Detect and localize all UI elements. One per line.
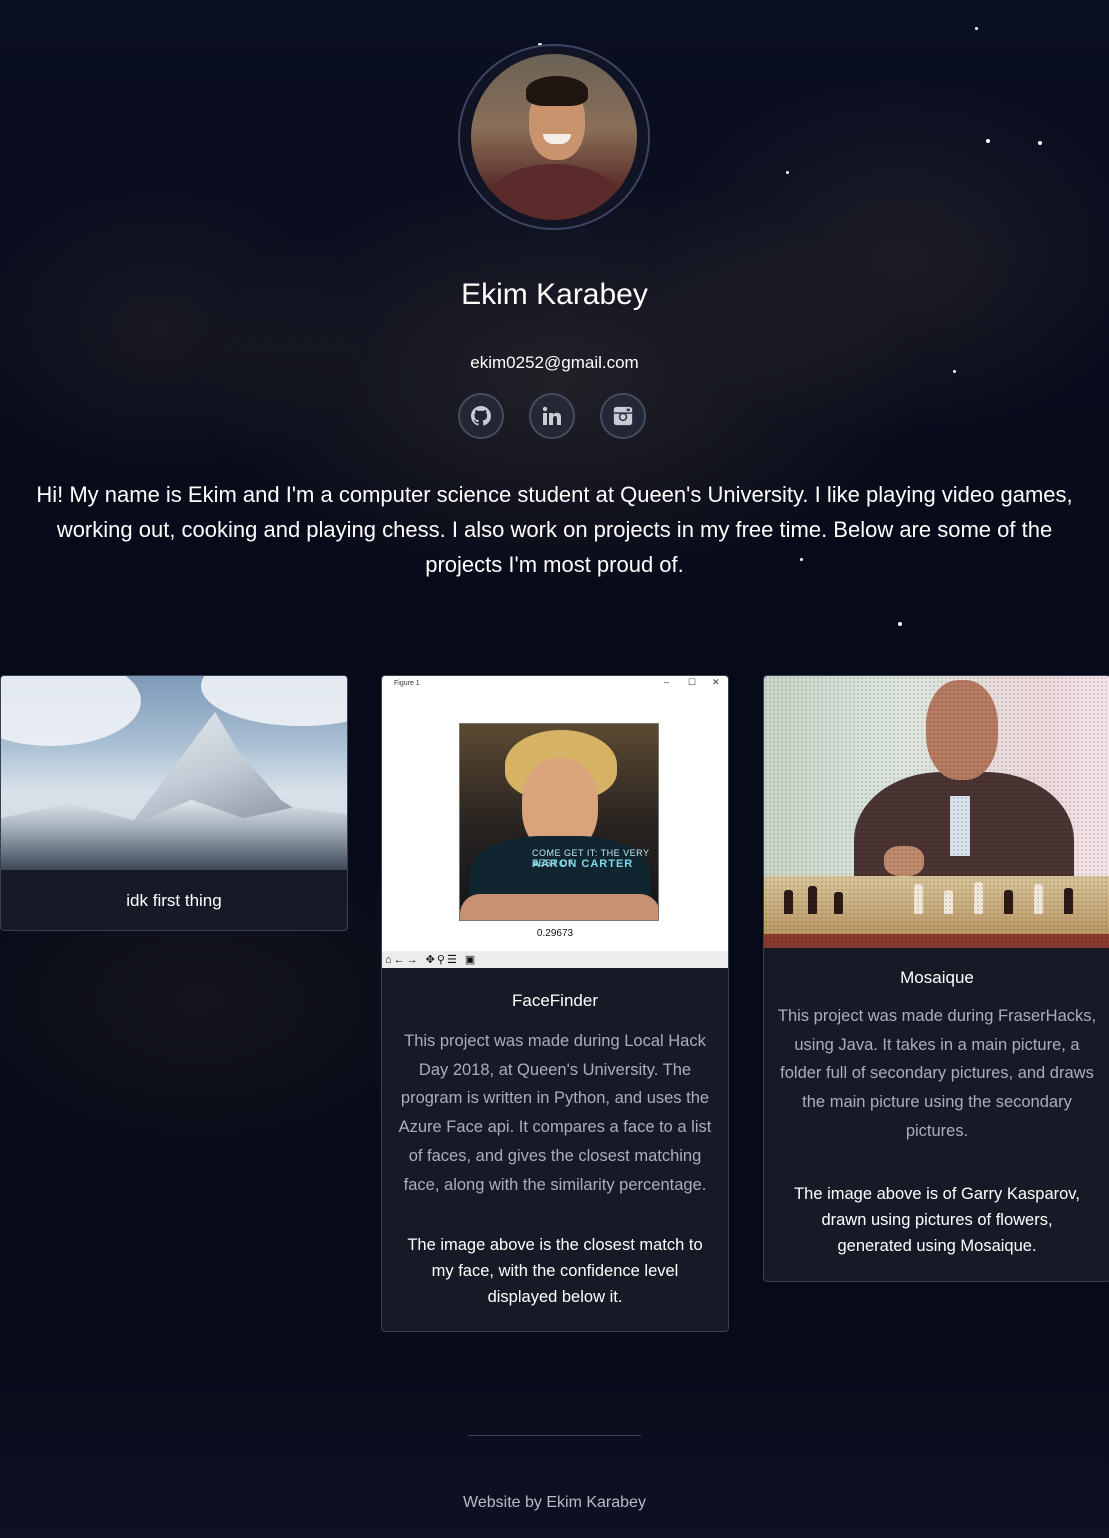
facefinder-screenshot: Figure 1 – ☐ ✕ COME GET IT: THE VERY BES… <box>382 676 728 968</box>
github-icon <box>471 406 491 426</box>
project-title: idk first thing <box>126 891 222 910</box>
avatar <box>471 54 637 220</box>
description-line: This project was made during Local Hack <box>404 1032 706 1050</box>
home-icon: ⌂ <box>385 953 392 966</box>
album-artist: AARON CARTER <box>532 858 634 870</box>
description-line: pictures. <box>905 1121 969 1140</box>
confidence-value: 0.29673 <box>536 928 574 939</box>
description-line: Azure Face api. It compares a face to a … <box>398 1118 712 1137</box>
minimize-icon: – <box>664 677 670 687</box>
forward-arrow-icon: → <box>406 953 418 966</box>
intro-line: working out, cooking and playing chess. … <box>56 517 1053 542</box>
instagram-icon <box>613 406 633 426</box>
project-note: The image above is the closest match to … <box>382 1232 728 1310</box>
mountain-image <box>1 676 347 870</box>
project-description: This project was made during FraserHacks… <box>764 1002 1109 1146</box>
note-line: my face, with the confidence level <box>431 1262 679 1281</box>
footer-divider <box>468 1435 641 1436</box>
intro-paragraph: Hi! My name is Ekim and I'm a computer s… <box>0 477 1109 582</box>
star-decoration <box>898 622 902 626</box>
description-line: This project was made during FraserHacks… <box>777 1007 1097 1025</box>
save-icon: ▣ <box>464 954 476 966</box>
description-line: the main picture using the secondary <box>802 1093 1072 1112</box>
star-decoration <box>1038 141 1042 145</box>
avatar-frame <box>458 44 650 230</box>
window-title: Figure 1 <box>394 679 420 687</box>
project-card-first[interactable]: idk first thing <box>0 675 348 931</box>
intro-line: projects I'm most proud of. <box>425 552 684 577</box>
figure-window-titlebar: Figure 1 – ☐ ✕ <box>382 676 728 690</box>
zoom-icon: ⚲ <box>436 954 445 966</box>
social-links <box>458 393 654 443</box>
project-title: Mosaique <box>900 968 974 987</box>
project-title: FaceFinder <box>512 991 598 1010</box>
profile-name: Ekim Karabey <box>461 278 648 311</box>
project-description: This project was made during Local Hack … <box>382 1027 728 1199</box>
project-note: The image above is of Garry Kasparov, dr… <box>764 1181 1109 1259</box>
figure-toolbar: ⌂ ← → ✥ ⚲ ☰ ▣ <box>382 951 728 968</box>
star-decoration <box>986 139 990 143</box>
footer-credit: Website by Ekim Karabey <box>463 1494 646 1511</box>
profile-email[interactable]: ekim0252@gmail.com <box>0 353 1109 373</box>
description-line: program is written in Python, and uses t… <box>400 1089 710 1108</box>
kasparov-mosaic-image <box>764 676 1109 948</box>
project-card-facefinder[interactable]: Figure 1 – ☐ ✕ COME GET IT: THE VERY BES… <box>381 675 729 1332</box>
matched-face-photo: COME GET IT: THE VERY BEST OF AARON CART… <box>459 723 659 921</box>
github-link[interactable] <box>458 393 504 439</box>
description-line: folder full of secondary pictures, and d… <box>780 1064 1094 1083</box>
back-arrow-icon: ← <box>393 953 405 966</box>
description-line: of faces, and gives the closest matching <box>408 1146 702 1165</box>
intro-line: Hi! My name is Ekim and I'm a computer s… <box>36 482 1073 507</box>
configure-icon: ☰ <box>446 954 457 966</box>
star-decoration <box>975 27 978 30</box>
project-card-mosaique[interactable]: Mosaique This project was made during Fr… <box>763 675 1109 1282</box>
close-icon: ✕ <box>712 677 720 687</box>
linkedin-link[interactable] <box>529 393 575 439</box>
note-line: drawn using pictures of flowers, <box>821 1210 1053 1229</box>
star-decoration <box>786 171 789 174</box>
note-line: The image above is of Garry Kasparov, <box>794 1184 1080 1203</box>
description-line: face, along with the similarity percenta… <box>403 1175 707 1194</box>
description-line: Day 2018, at Queen's University. The <box>418 1060 692 1079</box>
linkedin-icon <box>542 406 561 425</box>
maximize-icon: ☐ <box>688 677 697 687</box>
pan-icon: ✥ <box>425 954 435 966</box>
note-line: The image above is the closest match to <box>407 1236 703 1255</box>
instagram-link[interactable] <box>600 393 646 439</box>
note-line: generated using Mosaique. <box>837 1236 1037 1255</box>
description-line: using Java. It takes in a main picture, … <box>794 1035 1080 1054</box>
note-line: displayed below it. <box>487 1288 623 1307</box>
